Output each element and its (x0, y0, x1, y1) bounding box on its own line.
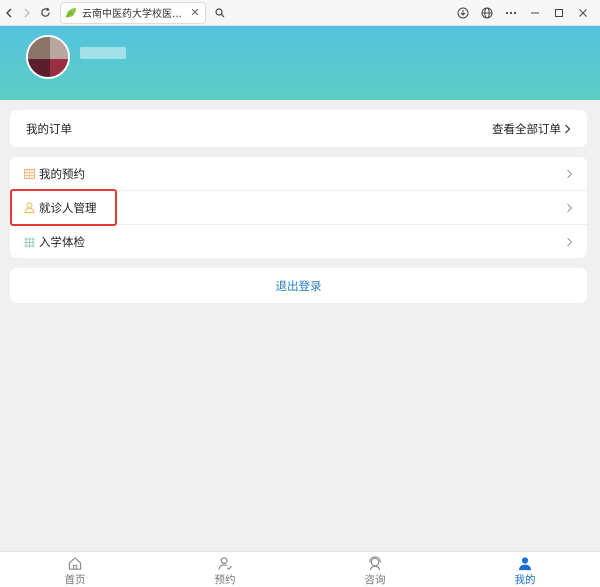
tab-search-button[interactable] (209, 2, 231, 24)
menu-item-label: 我的预约 (39, 166, 85, 181)
logout-button[interactable]: 退出登录 (276, 278, 322, 294)
nav-tab-label: 咨询 (364, 574, 386, 586)
nav-tab-label: 我的 (514, 574, 536, 586)
chevron-right-icon (565, 124, 571, 133)
maximize-icon (555, 8, 563, 17)
chevron-right-icon (567, 203, 573, 212)
chevron-right-icon (567, 237, 573, 247)
view-all-orders-link[interactable]: 查看全部订单 (492, 121, 571, 137)
avatar[interactable] (26, 35, 70, 79)
orders-title: 我的订单 (26, 121, 72, 136)
consult-icon (369, 556, 381, 571)
menu-item-label: 入学体检 (39, 235, 85, 249)
tab-title: 云南中医药大学校医院--个人中心 (82, 9, 189, 20)
close-window-button[interactable] (572, 2, 594, 24)
minimize-icon (531, 12, 539, 13)
nav-tab-label: 首页 (64, 574, 86, 586)
forward-button[interactable] (18, 0, 36, 26)
minimize-button[interactable] (524, 2, 546, 24)
more-menu-button[interactable] (500, 2, 522, 24)
menu-item-enrollment-checkup[interactable]: 入学体检 (10, 225, 587, 259)
nav-tab-consult[interactable]: 咨询 (300, 552, 450, 587)
orders-card[interactable]: 我的订单 查看全部订单 (10, 110, 587, 147)
globe-button[interactable] (476, 2, 498, 24)
bottom-nav: 首页 预约 咨询 我的 (0, 551, 600, 587)
menu-card: 我的预约 就诊人管理 入学体检 (10, 157, 587, 258)
arrow-right-icon (24, 8, 30, 17)
globe-icon (481, 7, 493, 18)
grid-icon (24, 237, 35, 247)
maximize-button[interactable] (548, 2, 570, 24)
menu-item-patient-management[interactable]: 就诊人管理 (10, 191, 587, 225)
arrow-left-icon (6, 8, 12, 17)
close-icon (579, 8, 587, 17)
logout-card: 退出登录 (10, 268, 587, 303)
chevron-right-icon (567, 169, 573, 178)
reload-icon (40, 7, 50, 17)
reload-button[interactable] (36, 0, 54, 26)
more-dots-icon (505, 11, 517, 14)
nav-tab-mine[interactable]: 我的 (450, 552, 600, 587)
leaf-favicon-icon (66, 7, 76, 18)
nav-tab-label: 预约 (214, 574, 236, 586)
profile-header (0, 26, 600, 100)
download-icon (457, 7, 469, 18)
menu-item-label: 就诊人管理 (39, 200, 97, 215)
menu-item-appointments[interactable]: 我的预约 (10, 157, 587, 191)
nav-tab-home[interactable]: 首页 (0, 552, 150, 587)
blurred-username (80, 47, 126, 59)
user-icon (518, 557, 532, 571)
calendar-icon (24, 169, 35, 179)
browser-toolbar: 云南中医药大学校医院--个人中心 ✕ (0, 0, 600, 26)
nav-tab-appointment[interactable]: 预约 (150, 552, 300, 587)
download-button[interactable] (452, 2, 474, 24)
view-all-orders-label: 查看全部订单 (492, 121, 561, 136)
browser-tab[interactable]: 云南中医药大学校医院--个人中心 ✕ (60, 1, 206, 24)
patient-icon (24, 202, 35, 213)
back-button[interactable] (0, 0, 18, 26)
home-icon (68, 557, 82, 570)
appointment-icon (218, 557, 232, 570)
tab-close-icon[interactable]: ✕ (189, 6, 201, 19)
search-icon (215, 7, 225, 17)
